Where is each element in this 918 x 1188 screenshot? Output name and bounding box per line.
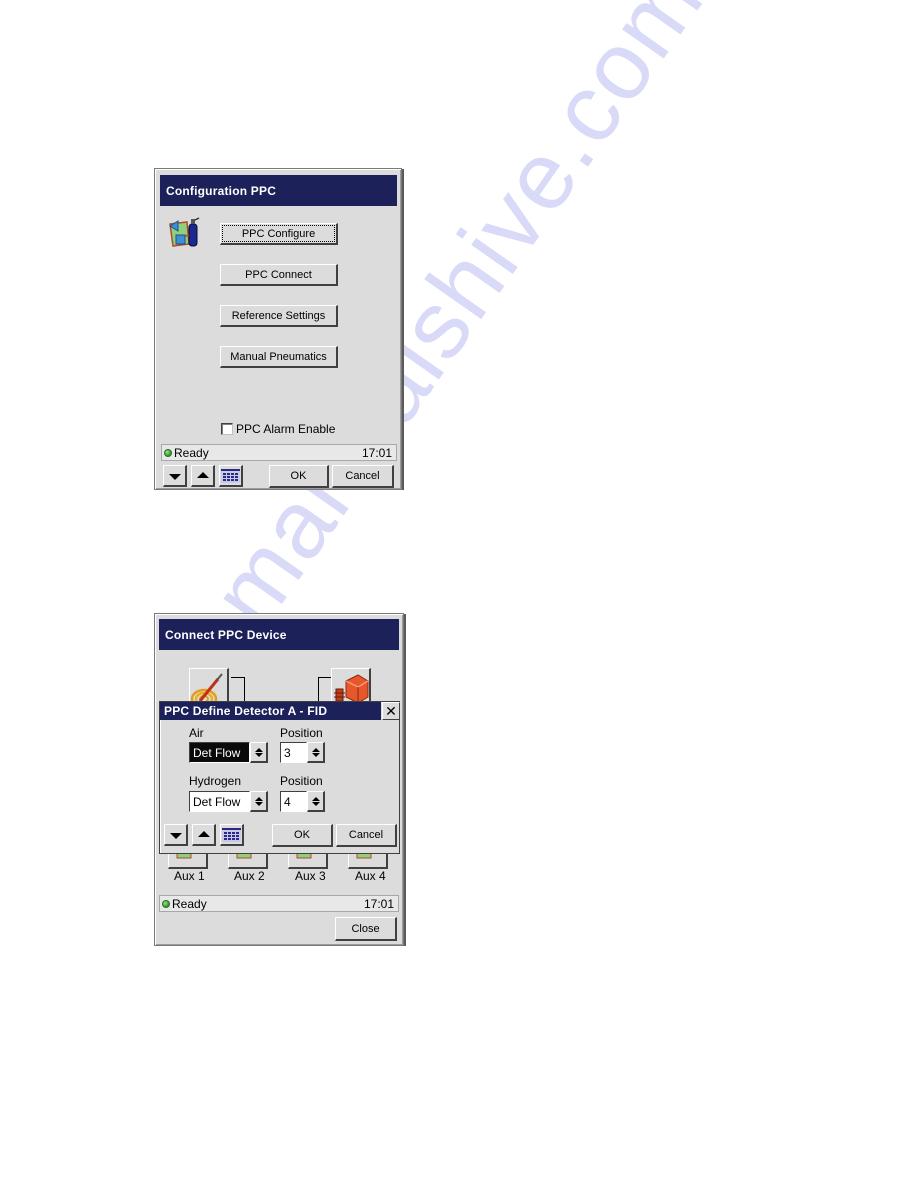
- ok-button[interactable]: OK: [269, 465, 329, 488]
- window-title-bar: Configuration PPC: [160, 175, 397, 206]
- status-text: Ready: [172, 896, 207, 911]
- status-indicator-icon: [164, 448, 172, 457]
- air-position-label: Position: [280, 726, 323, 740]
- spin-up-icon: [254, 796, 263, 801]
- hydrogen-position-field[interactable]: 4: [280, 791, 307, 812]
- reference-settings-button[interactable]: Reference Settings: [220, 305, 338, 327]
- connect-ppc-device-window: Connect PPC Device Aux 1 Aux 2 Aux 3 Aux…: [154, 613, 406, 946]
- spin-up-icon: [254, 747, 263, 752]
- hydrogen-source-field[interactable]: Det Flow: [189, 791, 250, 812]
- close-button[interactable]: Close: [335, 917, 397, 941]
- ppc-config-icon: [167, 216, 203, 250]
- dialog-title: PPC Define Detector A - FID: [164, 704, 328, 718]
- spin-down-icon: [311, 752, 320, 757]
- window-title-bar: Connect PPC Device: [159, 619, 399, 650]
- air-source-spinbox[interactable]: Det Flow: [189, 742, 268, 763]
- arrow-down-icon: [169, 832, 182, 839]
- keypad-icon: [221, 468, 240, 483]
- status-time: 17:01: [363, 896, 394, 911]
- ppc-alarm-enable-label: PPC Alarm Enable: [236, 422, 336, 436]
- ppc-alarm-enable-checkbox[interactable]: [221, 423, 233, 435]
- aux-3-label: Aux 3: [295, 869, 326, 883]
- hydrogen-label: Hydrogen: [189, 774, 242, 788]
- air-source-spin-button[interactable]: [250, 742, 268, 763]
- spin-down-icon: [311, 801, 320, 806]
- air-source-field[interactable]: Det Flow: [189, 742, 250, 763]
- scroll-up-button[interactable]: [191, 465, 215, 487]
- spin-up-icon: [311, 796, 320, 801]
- define-detector-dialog: PPC Define Detector A - FID ✕ Air Positi…: [159, 701, 400, 854]
- arrow-up-icon: [196, 471, 209, 478]
- dialog-title-bar: PPC Define Detector A - FID: [160, 702, 381, 720]
- dialog-ok-button[interactable]: OK: [272, 824, 333, 847]
- hydrogen-position-spin-button[interactable]: [307, 791, 325, 812]
- ppc-connect-label: PPC Connect: [245, 268, 312, 281]
- status-time: 17:01: [361, 445, 392, 460]
- aux-1-label: Aux 1: [174, 869, 205, 883]
- window-frame-edge: [404, 614, 406, 946]
- dialog-scroll-up-button[interactable]: [192, 824, 216, 846]
- dialog-close-button[interactable]: ✕: [382, 702, 400, 720]
- window-title: Connect PPC Device: [165, 627, 287, 642]
- status-indicator-icon: [162, 899, 170, 908]
- arrow-up-icon: [197, 830, 210, 837]
- spin-down-icon: [254, 801, 263, 806]
- status-text: Ready: [174, 445, 209, 460]
- dialog-cancel-button[interactable]: Cancel: [336, 824, 397, 847]
- air-position-spin-button[interactable]: [307, 742, 325, 763]
- hydrogen-position-spinbox[interactable]: 4: [280, 791, 325, 812]
- status-bar: Ready 17:01: [159, 895, 399, 912]
- dialog-ok-label: OK: [294, 829, 310, 841]
- hydrogen-position-label: Position: [280, 774, 323, 788]
- window-title: Configuration PPC: [166, 183, 277, 198]
- reference-settings-label: Reference Settings: [231, 309, 326, 322]
- spin-down-icon: [254, 752, 263, 757]
- hydrogen-source-spin-button[interactable]: [250, 791, 268, 812]
- aux-4-label: Aux 4: [355, 869, 386, 883]
- status-bar: Ready 17:01: [161, 444, 397, 461]
- manual-pneumatics-button[interactable]: Manual Pneumatics: [220, 346, 338, 368]
- ppc-configure-label: PPC Configure: [222, 225, 335, 242]
- hydrogen-source-spinbox[interactable]: Det Flow: [189, 791, 268, 812]
- keypad-button[interactable]: [219, 465, 243, 487]
- air-position-field[interactable]: 3: [280, 742, 307, 763]
- ppc-configure-button[interactable]: PPC Configure: [220, 223, 338, 245]
- scroll-down-button[interactable]: [163, 465, 187, 487]
- cancel-button[interactable]: Cancel: [332, 465, 394, 488]
- spin-up-icon: [311, 747, 320, 752]
- ppc-connect-button[interactable]: PPC Connect: [220, 264, 338, 286]
- air-label: Air: [189, 726, 204, 740]
- window-frame-edge: [402, 169, 404, 490]
- dialog-keypad-button[interactable]: [220, 824, 244, 846]
- arrow-down-icon: [168, 473, 181, 480]
- air-position-spinbox[interactable]: 3: [280, 742, 325, 763]
- ok-label: OK: [290, 470, 307, 482]
- aux-2-label: Aux 2: [234, 869, 265, 883]
- keypad-icon: [222, 827, 241, 842]
- dialog-cancel-label: Cancel: [348, 829, 384, 841]
- configuration-ppc-window: Configuration PPC PPC Configure PPC Conn…: [154, 168, 404, 490]
- close-label: Close: [351, 922, 380, 935]
- manual-pneumatics-label: Manual Pneumatics: [230, 350, 327, 363]
- cancel-label: Cancel: [345, 470, 380, 482]
- dialog-scroll-down-button[interactable]: [164, 824, 188, 846]
- close-icon: ✕: [385, 702, 397, 719]
